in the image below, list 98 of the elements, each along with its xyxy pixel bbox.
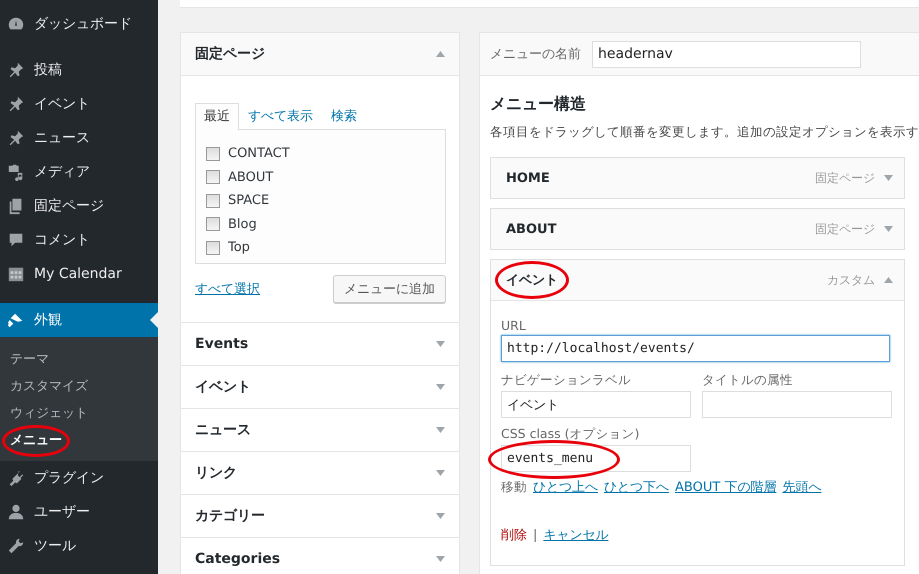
url-field[interactable]: http://localhost/events/ [501, 335, 890, 362]
menu-item-title: HOME [506, 170, 550, 186]
sidebar-item[interactable]: ニュース [0, 121, 158, 155]
sidebar-item[interactable]: プラグイン [0, 461, 158, 495]
speech-bubble-icon [7, 231, 25, 249]
section-title: メニュー構造 [490, 94, 587, 115]
checkbox-label: Blog [228, 216, 257, 232]
sidebar-item-label: コメント [34, 231, 90, 249]
sidebar-item[interactable]: My Calendar [0, 257, 158, 291]
navigation-label-field[interactable]: イベント [501, 391, 691, 418]
checkbox[interactable] [206, 194, 220, 208]
add-to-menu-button[interactable]: メニューに追加 [333, 275, 446, 303]
select-all-link[interactable]: すべて選択 [195, 280, 260, 298]
panel-title[interactable]: カテゴリー [195, 507, 265, 525]
menu-item-type: カスタム [827, 272, 875, 288]
sidebar-item-label: メディア [34, 163, 90, 181]
panel-title[interactable]: リンク [195, 464, 237, 482]
sidebar-item-label: ニュース [34, 129, 90, 147]
menu-item-card[interactable]: HOME 固定ページ [490, 157, 905, 199]
panel-title[interactable]: ニュース [195, 421, 251, 439]
move-label: 移動 [501, 478, 527, 496]
description-text: 各項目をドラッグして順番を変更します。追加の設定オプションを表示す [490, 124, 919, 141]
collapse-arrow-icon[interactable] [884, 277, 893, 283]
sidebar-item[interactable]: コメント [0, 223, 158, 257]
cancel-link[interactable]: キャンセル [543, 526, 608, 544]
field-label: タイトルの属性 [702, 372, 794, 389]
checkbox-label: SPACE [228, 193, 270, 208]
calendar-icon [7, 265, 25, 283]
expand-arrow-icon[interactable] [436, 384, 445, 390]
field-label: URL [501, 318, 527, 333]
move-link[interactable]: ひとつ上へ [533, 478, 598, 496]
separator: | [533, 528, 538, 542]
expand-arrow-icon[interactable] [436, 556, 445, 562]
expand-arrow-icon[interactable] [884, 175, 893, 181]
sidebar-item-label: ツール [34, 537, 76, 555]
field-label: メニューの名前 [490, 46, 581, 63]
tab[interactable]: 検索 [322, 103, 366, 129]
sidebar-item-label: My Calendar [34, 266, 122, 282]
css-class-field[interactable]: events_menu [501, 445, 691, 472]
title-attribute-field[interactable] [702, 391, 892, 418]
sidebar-item[interactable]: ツール [0, 529, 158, 563]
panel-title[interactable]: イベント [195, 378, 251, 396]
sidebar-item-label: 固定ページ [34, 197, 104, 215]
sidebar-item[interactable]: 固定ページ [0, 189, 158, 223]
submenu-item[interactable]: メニュー [10, 430, 62, 448]
sidebar-item-label: 外観 [34, 311, 62, 329]
move-link[interactable]: ひとつ下へ [604, 478, 669, 496]
menu-name-field[interactable]: headernav [592, 40, 861, 68]
submenu-item[interactable]: テーマ [10, 350, 49, 368]
sidebar-item-label: ダッシュボード [34, 15, 132, 33]
plug-icon [7, 469, 25, 487]
sidebar-item[interactable]: イベント [0, 87, 158, 121]
menu-item-type: 固定ページ [815, 220, 875, 238]
move-link[interactable]: 先頭へ [782, 478, 822, 496]
wrench-icon [7, 537, 25, 555]
sidebar-item[interactable]: ユーザー [0, 495, 158, 529]
field-label: ナビゲーションラベル [501, 372, 632, 389]
submenu-item[interactable]: ウィジェット [10, 404, 88, 422]
menu-item-card[interactable]: ABOUT 固定ページ [490, 208, 905, 250]
sidebar-item[interactable]: ダッシュボード [0, 7, 158, 41]
sidebar-item-label: 投稿 [34, 61, 62, 79]
current-pointer-icon [150, 312, 158, 328]
sidebar-item[interactable]: 外観 [0, 303, 158, 337]
panel-title[interactable]: Categories [195, 551, 280, 567]
collapse-arrow-icon[interactable] [436, 51, 445, 57]
pushpin-icon [7, 61, 25, 79]
menu-item-card[interactable]: イベント カスタム URL http://localhost/events/ ナビゲーションラベル イベント タイトルの属性 CSS class (オプション) events_menu 移動 ひとつ上へ ひとつ下へ ABOUT 下の階層 先頭へ 削除 | キャンセル [490, 259, 905, 566]
sidebar-item-label: プラグイン [34, 469, 104, 487]
camera-music-icon [7, 163, 25, 181]
move-link[interactable]: ABOUT 下の階層 [675, 478, 776, 496]
sidebar-item[interactable]: メディア [0, 155, 158, 189]
checkbox[interactable] [206, 240, 220, 255]
menu-item-title: ABOUT [506, 222, 556, 236]
checkbox[interactable] [206, 146, 220, 161]
checkbox[interactable] [206, 170, 220, 184]
expand-arrow-icon[interactable] [436, 427, 445, 433]
sidebar-item[interactable]: 投稿 [0, 53, 158, 87]
checkbox[interactable] [206, 217, 220, 232]
expand-arrow-icon[interactable] [436, 513, 445, 519]
pushpin-icon [7, 129, 25, 147]
menu-item-type: 固定ページ [815, 170, 875, 186]
sidebar-item-label: イベント [34, 95, 90, 113]
sidebar-item-label: ユーザー [34, 503, 90, 521]
panel-title[interactable]: Events [195, 336, 248, 352]
pushpin-icon [7, 95, 25, 113]
field-label: CSS class (オプション) [501, 426, 640, 443]
tab[interactable]: すべて表示 [239, 103, 322, 129]
panel-title[interactable]: 固定ページ [195, 45, 265, 63]
user-icon [7, 503, 25, 521]
tab[interactable]: 最近 [195, 103, 239, 130]
checkbox-label: CONTACT [228, 146, 290, 162]
delete-link[interactable]: 削除 [501, 526, 527, 544]
submenu-item[interactable]: カスタマイズ [10, 376, 88, 394]
expand-arrow-icon[interactable] [436, 341, 445, 347]
checkbox-label: Top [228, 240, 250, 256]
checkbox-label: ABOUT [228, 170, 274, 185]
expand-arrow-icon[interactable] [884, 226, 893, 232]
expand-arrow-icon[interactable] [436, 470, 445, 476]
